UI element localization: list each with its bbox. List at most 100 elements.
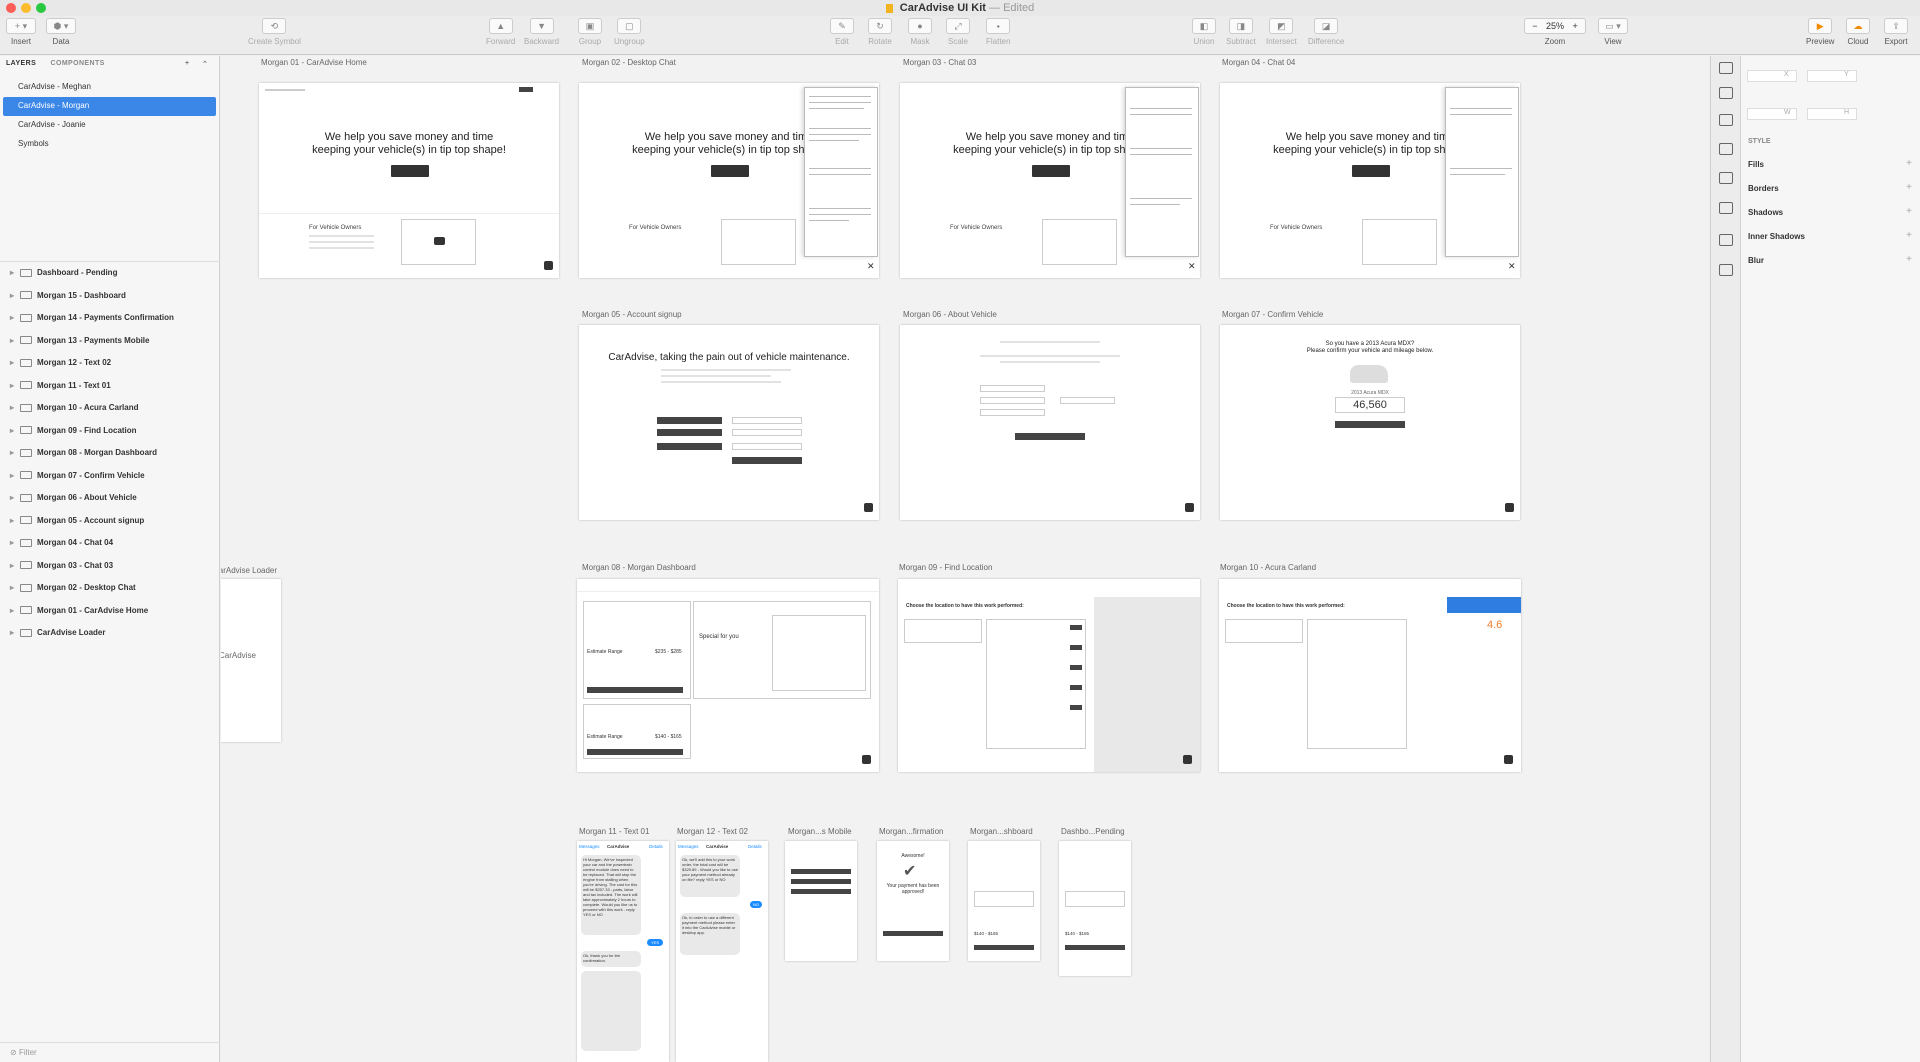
backward-button[interactable]: ▼ Backward bbox=[524, 18, 559, 46]
artboard-morgan-10[interactable]: Choose the location to have this work pe… bbox=[1219, 579, 1521, 772]
artboard-item[interactable]: ▸ CarAdvise Loader bbox=[0, 622, 220, 645]
artboard-morgan-12[interactable]: Messages CarAdvise Details Ok, we'll add… bbox=[676, 841, 768, 1062]
add-shadow-button[interactable]: + bbox=[1906, 206, 1912, 217]
artboard-item[interactable]: ▸ Morgan 07 - Confirm Vehicle bbox=[0, 465, 220, 488]
artboard-morgan-03[interactable]: We help you save money and time keeping … bbox=[900, 83, 1200, 278]
y-field[interactable]: Y bbox=[1807, 70, 1857, 82]
artboard-item[interactable]: ▸ Morgan 14 - Payments Confirmation bbox=[0, 307, 220, 330]
artboard-label[interactable]: Morgan...shboard bbox=[970, 827, 1033, 836]
artboard-morgan-06[interactable] bbox=[900, 325, 1200, 520]
zoom-stepper[interactable]: − 25% + bbox=[1524, 18, 1586, 34]
artboard-item[interactable]: ▸ Morgan 15 - Dashboard bbox=[0, 285, 220, 308]
group-button[interactable]: ▣ Group bbox=[578, 18, 602, 46]
disclosure-icon[interactable]: ▸ bbox=[10, 307, 20, 329]
export-button[interactable]: ⇪ Export bbox=[1884, 18, 1908, 46]
interaction-icon[interactable] bbox=[1719, 143, 1733, 155]
artboard-morgan-14[interactable]: Awesome! ✔ Your payment has been approve… bbox=[877, 841, 949, 961]
subtract-button[interactable]: ◨ Subtract bbox=[1226, 18, 1256, 46]
artboard-item[interactable]: ▸ Morgan 05 - Account signup bbox=[0, 510, 220, 533]
artboard-label[interactable]: Morgan 09 - Find Location bbox=[899, 563, 992, 572]
inner-shadows-section[interactable]: Inner Shadows bbox=[1748, 232, 1805, 241]
height-field[interactable]: H bbox=[1807, 108, 1857, 120]
disclosure-icon[interactable]: ▸ bbox=[10, 510, 20, 532]
zoom-control[interactable]: − 25% + Zoom bbox=[1524, 18, 1586, 46]
add-inner-shadow-button[interactable]: + bbox=[1906, 230, 1912, 241]
artboard-morgan-07[interactable]: So you have a 2013 Acura MDX? Please con… bbox=[1220, 325, 1520, 520]
disclosure-icon[interactable]: ▸ bbox=[10, 262, 20, 284]
artboard-label[interactable]: Morgan 12 - Text 02 bbox=[677, 827, 748, 836]
artboard-item[interactable]: ▸ Morgan 06 - About Vehicle bbox=[0, 487, 220, 510]
artboard-label[interactable]: Morgan 07 - Confirm Vehicle bbox=[1222, 310, 1323, 319]
view-button[interactable]: ▭ ▾ View bbox=[1598, 18, 1628, 46]
disclosure-icon[interactable]: ▸ bbox=[10, 555, 20, 577]
artboard-item[interactable]: ▸ Morgan 11 - Text 01 bbox=[0, 375, 220, 398]
cloud-button[interactable]: ☁ Cloud bbox=[1846, 18, 1870, 46]
intersect-button[interactable]: ◩ Intersect bbox=[1266, 18, 1297, 46]
artboard-morgan-15[interactable]: $140 - $165 bbox=[968, 841, 1040, 961]
artboard-morgan-11[interactable]: Messages CarAdvise Details Hi Morgan, We… bbox=[577, 841, 669, 1062]
artboard-label[interactable]: Morgan 06 - About Vehicle bbox=[903, 310, 997, 319]
scale-button[interactable]: ⤢ Scale bbox=[946, 18, 970, 46]
artboard-item[interactable]: ▸ Dashboard - Pending bbox=[0, 262, 220, 285]
artboard-label[interactable]: Morgan 02 - Desktop Chat bbox=[582, 58, 676, 67]
disclosure-icon[interactable]: ▸ bbox=[10, 465, 20, 487]
artboard-morgan-05[interactable]: CarAdvise, taking the pain out of vehicl… bbox=[579, 325, 879, 520]
component-icon[interactable] bbox=[1719, 172, 1733, 184]
preview-button[interactable]: ▶ Preview bbox=[1806, 18, 1834, 46]
filter-input[interactable]: ⊘ Filter bbox=[0, 1042, 220, 1062]
artboard-morgan-09[interactable]: Choose the location to have this work pe… bbox=[898, 579, 1200, 772]
forward-button[interactable]: ▲ Forward bbox=[486, 18, 515, 46]
disclosure-icon[interactable]: ▸ bbox=[10, 352, 20, 374]
canvas[interactable]: Morgan 01 - CarAdvise Home Morgan 02 - D… bbox=[221, 56, 1709, 1062]
image-icon[interactable] bbox=[1719, 264, 1733, 276]
page-item-morgan[interactable]: CarAdvise - Morgan bbox=[3, 97, 216, 116]
collapse-pages-button[interactable]: ⌃ bbox=[202, 60, 208, 68]
artboard-morgan-08[interactable]: Estimate Range $235 - $285 Special for y… bbox=[577, 579, 879, 772]
artboard-label[interactable]: Morgan 03 - Chat 03 bbox=[903, 58, 976, 67]
artboard-morgan-02[interactable]: We help you save money and time keeping … bbox=[579, 83, 879, 278]
artboard-item[interactable]: ▸ Morgan 03 - Chat 03 bbox=[0, 555, 220, 578]
tab-layers[interactable]: LAYERS bbox=[6, 60, 36, 67]
add-page-button[interactable]: + bbox=[185, 60, 190, 67]
artboard-label[interactable]: Morgan 04 - Chat 04 bbox=[1222, 58, 1295, 67]
page-item-meghan[interactable]: CarAdvise - Meghan bbox=[0, 78, 219, 97]
close-window-button[interactable] bbox=[6, 3, 16, 13]
data-button[interactable]: ⬢ ▾ Data bbox=[46, 18, 76, 46]
blur-section[interactable]: Blur bbox=[1748, 256, 1764, 265]
export-icon[interactable] bbox=[1719, 87, 1733, 99]
disclosure-icon[interactable]: ▸ bbox=[10, 420, 20, 442]
page-item-joanie[interactable]: CarAdvise - Joanie bbox=[0, 116, 219, 135]
disclosure-icon[interactable]: ▸ bbox=[10, 285, 20, 307]
fills-section[interactable]: Fills bbox=[1748, 160, 1764, 169]
disclosure-icon[interactable]: ▸ bbox=[10, 577, 20, 599]
disclosure-icon[interactable]: ▸ bbox=[10, 442, 20, 464]
artboard-label[interactable]: Morgan 08 - Morgan Dashboard bbox=[582, 563, 696, 572]
add-border-button[interactable]: + bbox=[1906, 182, 1912, 193]
insert-button[interactable]: + ▾ Insert bbox=[6, 18, 36, 46]
resize-icon[interactable] bbox=[1719, 234, 1733, 246]
shadows-section[interactable]: Shadows bbox=[1748, 208, 1783, 217]
zoom-window-button[interactable] bbox=[36, 3, 46, 13]
add-blur-button[interactable]: + bbox=[1906, 254, 1912, 265]
ungroup-button[interactable]: ▢ Ungroup bbox=[614, 18, 645, 46]
layout-icon[interactable] bbox=[1719, 202, 1733, 214]
artboard-label[interactable]: Morgan...firmation bbox=[879, 827, 943, 836]
width-field[interactable]: W bbox=[1747, 108, 1797, 120]
create-symbol-button[interactable]: ⟲ Create Symbol bbox=[248, 18, 301, 46]
minimize-window-button[interactable] bbox=[21, 3, 31, 13]
union-button[interactable]: ◧ Union bbox=[1192, 18, 1216, 46]
disclosure-icon[interactable]: ▸ bbox=[10, 330, 20, 352]
mask-button[interactable]: ● Mask bbox=[908, 18, 932, 46]
disclosure-icon[interactable]: ▸ bbox=[10, 622, 20, 644]
artboard-item[interactable]: ▸ Morgan 02 - Desktop Chat bbox=[0, 577, 220, 600]
artboard-item[interactable]: ▸ Morgan 08 - Morgan Dashboard bbox=[0, 442, 220, 465]
artboard-label[interactable]: Morgan 05 - Account signup bbox=[582, 310, 682, 319]
artboard-item[interactable]: ▸ Morgan 01 - CarAdvise Home bbox=[0, 600, 220, 623]
artboard-label[interactable]: Morgan...s Mobile bbox=[788, 827, 852, 836]
artboard-label[interactable]: Morgan 11 - Text 01 bbox=[579, 827, 649, 836]
artboard-caradvise-loader[interactable]: CarAdvise bbox=[221, 579, 281, 742]
artboard-item[interactable]: ▸ Morgan 12 - Text 02 bbox=[0, 352, 220, 375]
page-item-symbols[interactable]: Symbols bbox=[0, 135, 219, 154]
artboard-morgan-04[interactable]: We help you save money and time keeping … bbox=[1220, 83, 1520, 278]
disclosure-icon[interactable]: ▸ bbox=[10, 397, 20, 419]
